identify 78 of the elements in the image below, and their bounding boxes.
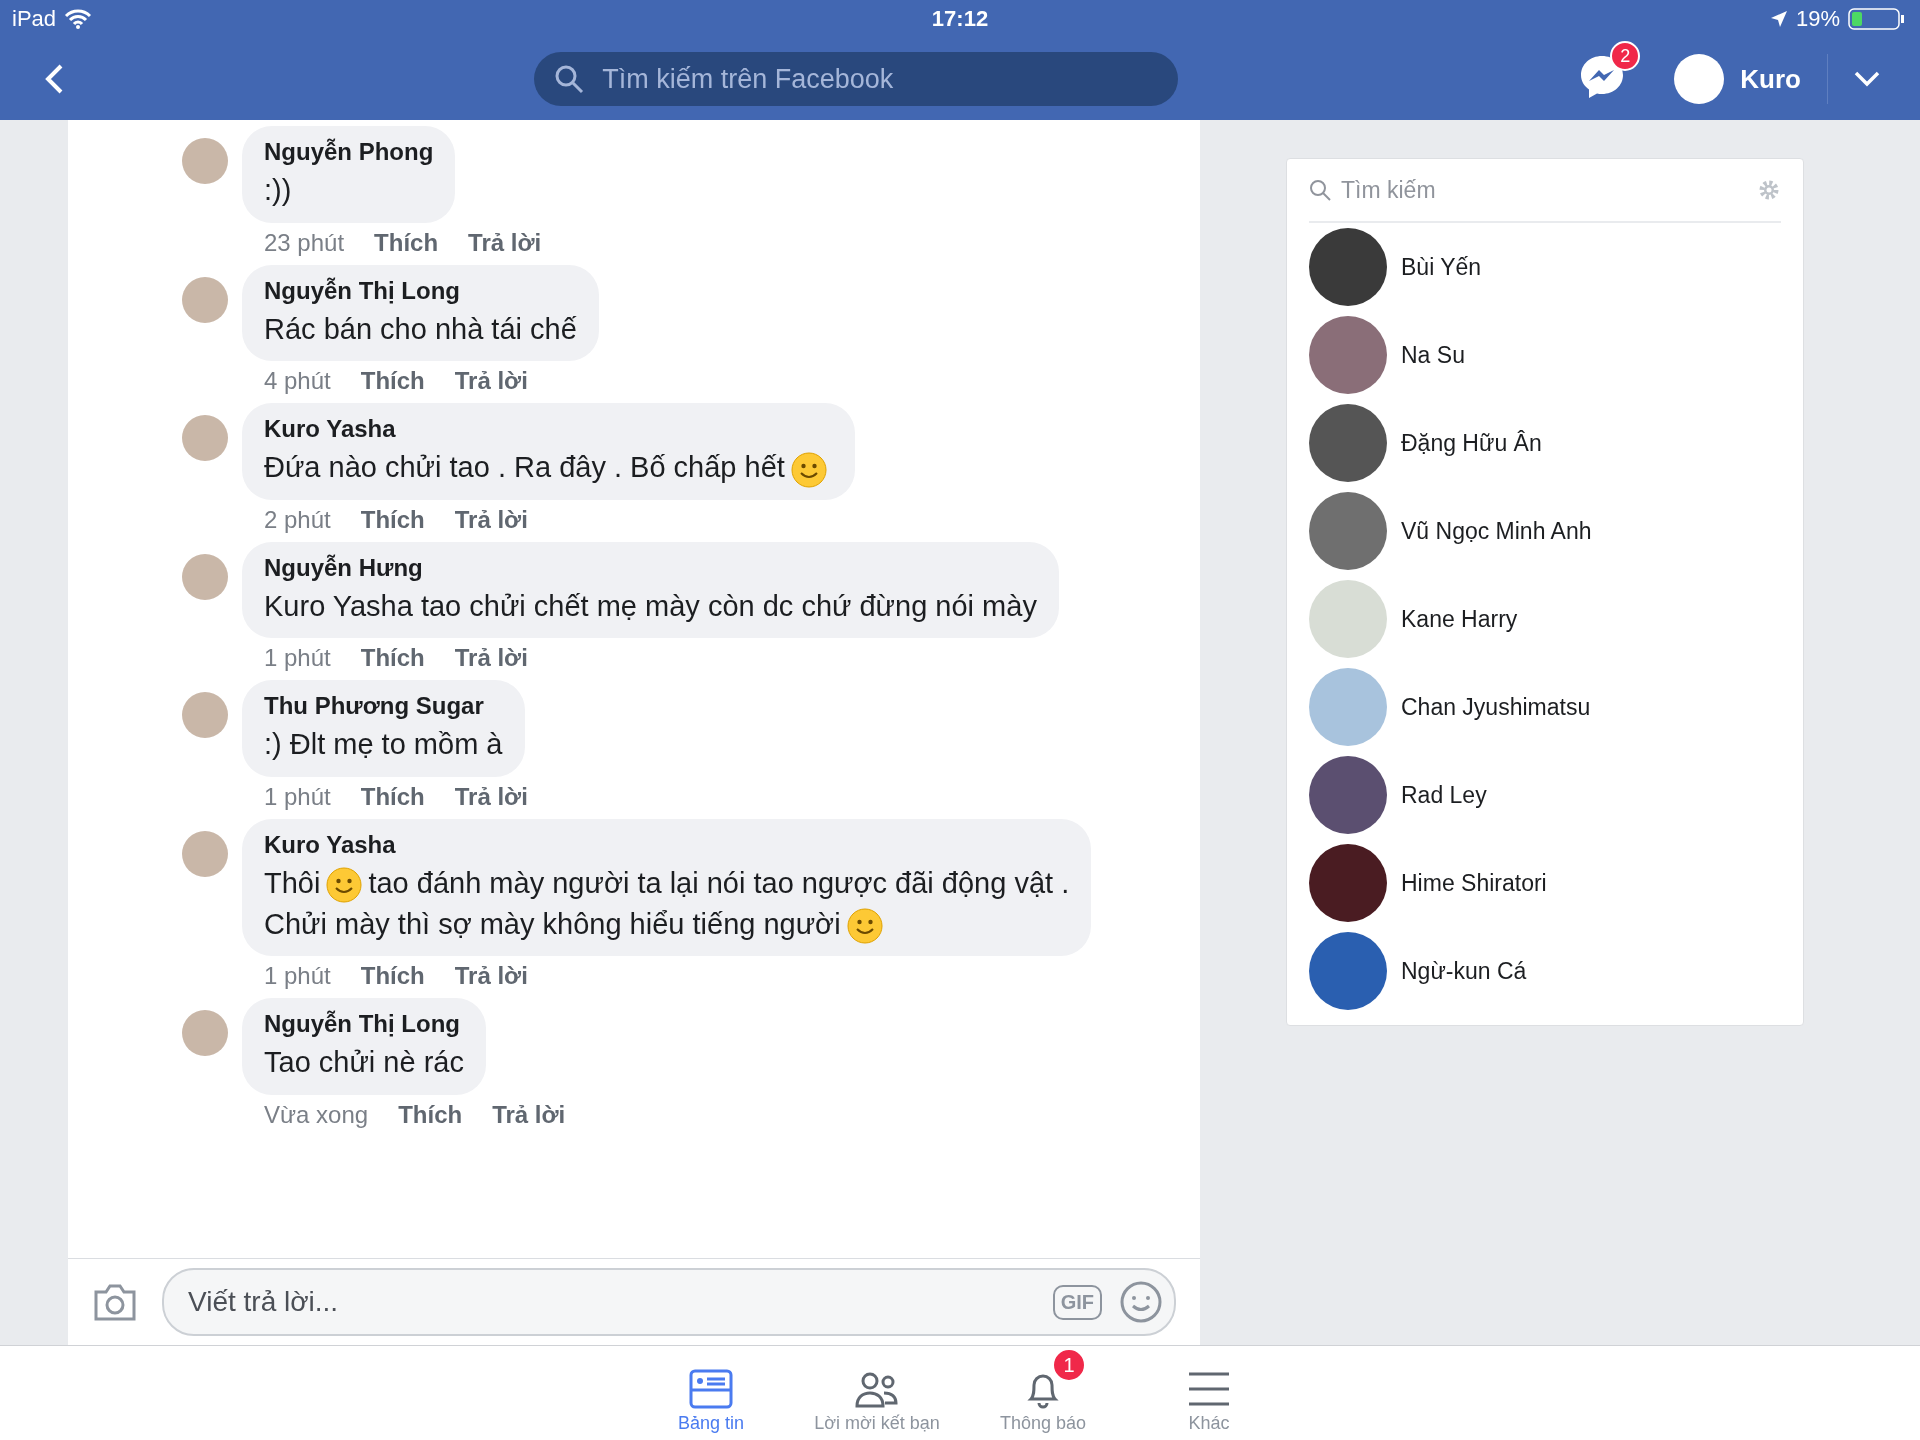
- search-icon: [1309, 179, 1331, 201]
- news-feed-icon: [689, 1369, 733, 1409]
- comment-text: :) Đlt mẹ to mồm à: [264, 727, 503, 763]
- profile-avatar[interactable]: [1674, 54, 1725, 104]
- like-link[interactable]: Thích: [360, 367, 425, 396]
- contact-name[interactable]: Na Su: [1401, 341, 1465, 369]
- settings-icon[interactable]: [1757, 178, 1781, 202]
- tab-bar-item[interactable]: Khác: [1126, 1346, 1292, 1440]
- comment-author[interactable]: Kuro Yasha: [264, 830, 1070, 859]
- battery-percent: 19%: [1795, 6, 1840, 32]
- reply-link[interactable]: Trả lời: [454, 962, 528, 991]
- contact-name[interactable]: Bùi Yến: [1401, 253, 1482, 281]
- comment-time: 1 phút: [264, 962, 331, 991]
- comment-text: Kuro Yasha tao chửi chết mẹ mày còn dc chứ đừng nói mày: [264, 588, 1037, 624]
- contact-name[interactable]: Kane Harry: [1401, 605, 1518, 633]
- smiley-emoji-icon: [326, 867, 363, 904]
- avatar-photo-placeholder[interactable]: [182, 692, 228, 739]
- notification-badge: 1: [1052, 1348, 1086, 1382]
- wifi-icon: [64, 8, 93, 30]
- contact-name[interactable]: Chan Jyushimatsu: [1401, 693, 1591, 721]
- profile-name[interactable]: Kuro: [1740, 63, 1801, 95]
- comment-time: 4 phút: [264, 367, 331, 396]
- search-placeholder: Tìm kiếm trên Facebook: [602, 63, 894, 95]
- avatar-photo-placeholder[interactable]: [182, 1010, 228, 1057]
- contact-name[interactable]: Rad Ley: [1401, 781, 1487, 809]
- comment-time: 2 phút: [264, 505, 331, 534]
- comment-time: 23 phút: [264, 228, 345, 257]
- avatar-photo-placeholder[interactable]: [182, 830, 228, 877]
- clock-time: 17:12: [931, 6, 989, 32]
- comment-text: Thôi tao đánh mày người ta lại nói tao ngược đãi động vật . Chửi mày thì sợ mày không hiểu tiếng người: [264, 862, 1070, 945]
- device-name: iPad: [12, 6, 57, 32]
- avatar-photo-placeholder[interactable]: [182, 415, 228, 462]
- dropdown-chevron-icon[interactable]: [1854, 71, 1880, 87]
- back-chevron-icon[interactable]: [44, 63, 64, 95]
- comment-text: Đứa nào chửi tao . Ra đây . Bố chấp hết: [264, 447, 833, 488]
- avatar-photo-placeholder[interactable]: [182, 276, 228, 323]
- contact-search-placeholder[interactable]: Tìm kiếm: [1341, 176, 1747, 204]
- reply-link[interactable]: Trả lời: [454, 644, 528, 673]
- comment-author[interactable]: Nguyễn Phong: [264, 138, 434, 166]
- camera-icon[interactable]: [92, 1282, 138, 1322]
- comment-text: Tao chửi nè rác: [264, 1045, 464, 1081]
- comment-text: Rác bán cho nhà tái chế: [264, 311, 577, 347]
- avatar-photo-placeholder[interactable]: [182, 138, 228, 184]
- smiley-icon[interactable]: [1120, 1281, 1162, 1323]
- notification-badge: 2: [1610, 41, 1641, 71]
- comment-author[interactable]: Kuro Yasha: [264, 415, 833, 444]
- like-link[interactable]: Thích: [360, 782, 425, 811]
- contact-name[interactable]: Đặng Hữu Ân: [1401, 429, 1542, 457]
- comment-time: 1 phút: [264, 782, 331, 811]
- smiley-emoji-icon: [790, 451, 827, 488]
- like-link[interactable]: Thích: [360, 505, 425, 534]
- reply-link[interactable]: Trả lời: [492, 1100, 566, 1129]
- tab-bar-item[interactable]: Lời mời kết bạn: [794, 1346, 960, 1440]
- contact-name[interactable]: Hime Shiratori: [1401, 869, 1547, 897]
- reply-link[interactable]: Trả lời: [454, 782, 528, 811]
- search-field[interactable]: Tìm kiếm trên Facebook: [534, 52, 1179, 106]
- avatar-photo-placeholder[interactable]: [182, 553, 228, 600]
- comment-text: :)): [264, 173, 293, 208]
- comment-time: Vừa xong: [264, 1100, 369, 1129]
- comment-author[interactable]: Nguyễn Hưng: [264, 553, 1037, 582]
- like-link[interactable]: Thích: [360, 962, 425, 991]
- tab-bar-item[interactable]: Bảng tin: [628, 1346, 794, 1440]
- search-icon: [554, 64, 585, 94]
- comment-time: 1 phút: [264, 644, 331, 673]
- like-link[interactable]: Thích: [398, 1100, 463, 1129]
- contact-name[interactable]: Vũ Ngọc Minh Anh: [1401, 517, 1592, 545]
- comment-author[interactable]: Nguyễn Thị Long: [264, 1010, 464, 1039]
- comment-author[interactable]: Thu Phương Sugar: [264, 692, 503, 721]
- reply-link[interactable]: Trả lời: [454, 505, 528, 534]
- reply-link[interactable]: Trả lời: [468, 228, 542, 257]
- comment-author[interactable]: Nguyễn Thị Long: [264, 276, 577, 305]
- location-arrow-icon: [1769, 10, 1788, 28]
- like-link[interactable]: Thích: [360, 644, 425, 673]
- contact-name[interactable]: Ngừ-kun Cá: [1401, 957, 1527, 985]
- tab-bar-item[interactable]: Thông báo 1: [960, 1346, 1126, 1440]
- smiley-emoji-icon: [846, 907, 883, 944]
- like-link[interactable]: Thích: [374, 228, 439, 257]
- reply-link[interactable]: Trả lời: [454, 367, 528, 396]
